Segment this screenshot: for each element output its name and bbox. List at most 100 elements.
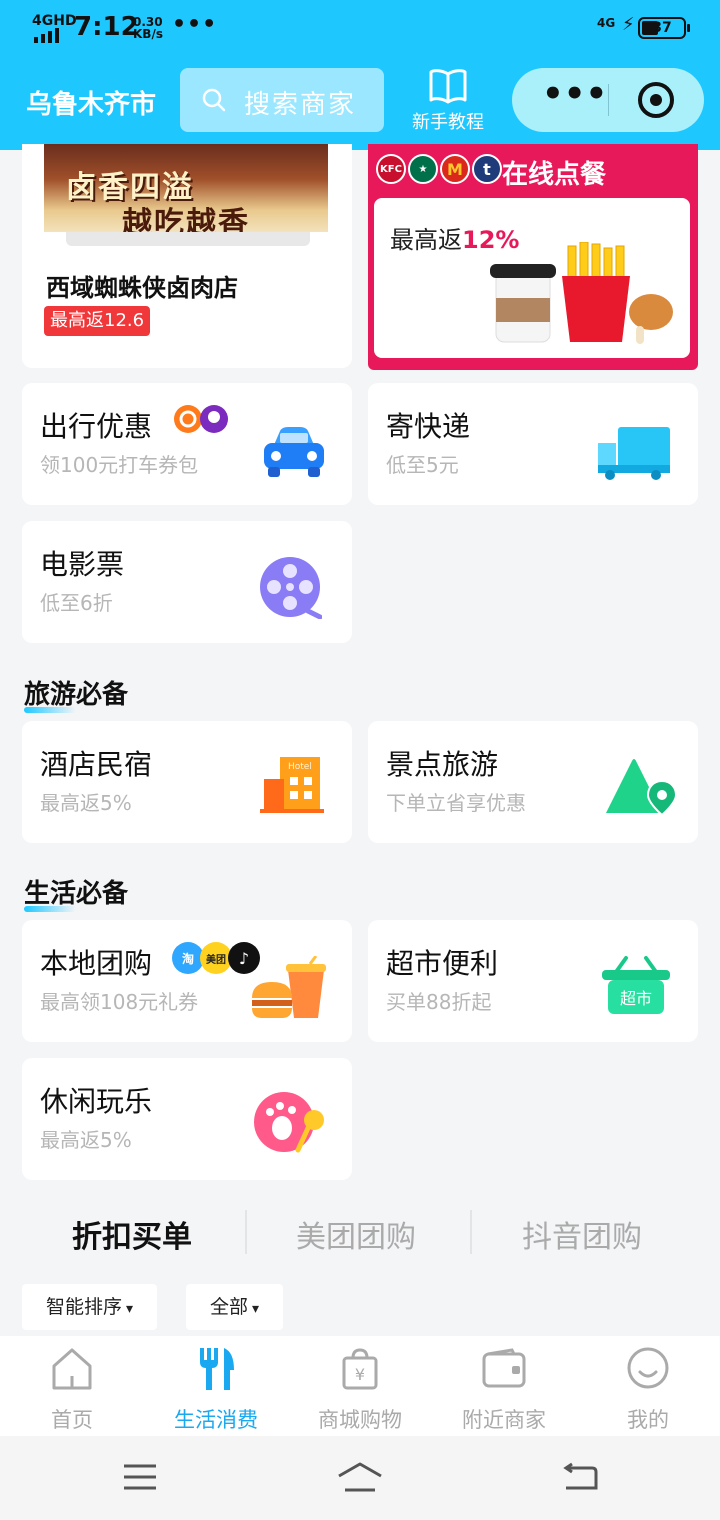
- listing-tabs: 折扣买单 美团团购 抖音团购: [0, 1200, 720, 1266]
- brand-logo: t: [472, 154, 502, 184]
- city-selector[interactable]: 乌鲁木齐市: [26, 84, 156, 121]
- life-card-supermarket[interactable]: 超市便利 买单88折起 超市: [368, 920, 698, 1042]
- mountain-pin-icon: [606, 759, 678, 815]
- guide-label: 新手教程: [412, 112, 484, 133]
- nav-label: 附近商家: [462, 1408, 546, 1432]
- signal-icon: [34, 28, 59, 43]
- online-order-card[interactable]: KFC ★ M t 在线点餐 最高返12%: [368, 144, 698, 370]
- battery-icon: 37: [638, 17, 690, 39]
- book-icon: [429, 69, 467, 104]
- tab-meituan-group[interactable]: 美团团购: [296, 1212, 416, 1256]
- kfc-logo: KFC: [376, 154, 406, 184]
- service-subtitle: 领100元打车券包: [40, 453, 199, 477]
- travel-title: 酒店民宿: [40, 748, 153, 781]
- nav-nearby[interactable]: 附近商家: [432, 1336, 576, 1436]
- network-type: 4GHD: [32, 13, 77, 29]
- service-card-movie[interactable]: 电影票 低至6折: [22, 521, 352, 643]
- menu-icon[interactable]: [122, 1462, 158, 1492]
- tab-discount-pay[interactable]: 折扣买单: [72, 1212, 192, 1256]
- travel-subtitle: 下单立省享优惠: [386, 791, 526, 815]
- mcdonalds-logo: M: [440, 154, 470, 184]
- service-card-express[interactable]: 寄快递 低至5元: [368, 383, 698, 505]
- service-subtitle: 低至5元: [386, 453, 459, 477]
- travel-card-hotel[interactable]: 酒店民宿 最高返5% Hotel: [22, 721, 352, 843]
- nav-mall[interactable]: ¥ 商城购物: [288, 1336, 432, 1436]
- home-nav-icon[interactable]: [335, 1462, 385, 1494]
- starbucks-logo: ★: [408, 154, 438, 184]
- life-card-leisure[interactable]: 休闲玩乐 最高返5%: [22, 1058, 352, 1180]
- truck-icon: [598, 427, 670, 480]
- search-icon: [202, 88, 226, 112]
- shop-banner-line2: 越吃越香: [122, 206, 250, 232]
- burger-drink-icon: [252, 956, 326, 1018]
- status-overflow-icon: •••: [172, 12, 218, 37]
- online-order-panel: 最高返12%: [374, 198, 690, 358]
- network-type-right: 4G: [597, 16, 616, 30]
- nav-home[interactable]: 首页: [0, 1336, 144, 1436]
- rebate-badge: 最高返12.6: [44, 306, 151, 336]
- shopping-bag-icon: ¥: [342, 1348, 378, 1390]
- system-nav-bar: [0, 1436, 720, 1520]
- service-subtitle: 低至6折: [40, 591, 113, 615]
- nav-label: 我的: [627, 1408, 669, 1432]
- nav-mine[interactable]: 我的: [576, 1336, 720, 1436]
- life-card-group-buy[interactable]: 本地团购 淘 美团 ♪ 最高领108元礼券: [22, 920, 352, 1042]
- network-speed: 0.30 KB/s: [133, 16, 163, 40]
- battery-level: 37: [652, 20, 672, 36]
- film-reel-icon: [260, 557, 322, 619]
- search-placeholder: 搜索商家: [244, 90, 357, 120]
- status-bar: 4GHD 7:12 0.30 KB/s ••• 4G ⚡ 37: [0, 0, 720, 58]
- travel-card-scenic[interactable]: 景点旅游 下单立省享优惠: [368, 721, 698, 843]
- hotel-icon: Hotel: [260, 757, 324, 813]
- service-title: 寄快递: [386, 410, 471, 443]
- smile-icon: [627, 1347, 669, 1389]
- shop-name: 西域蜘蛛侠卤肉店: [46, 274, 238, 302]
- wallet-icon: [482, 1348, 526, 1388]
- section-title-travel: 旅游必备: [24, 674, 128, 713]
- clock: 7:12: [74, 12, 139, 42]
- svg-text:¥: ¥: [355, 1365, 365, 1384]
- sort-dropdown[interactable]: 智能排序: [22, 1284, 158, 1330]
- basket-icon-text: 超市: [620, 989, 652, 1008]
- nav-life[interactable]: 生活消费: [144, 1336, 288, 1436]
- fork-knife-icon: [200, 1348, 234, 1390]
- travel-subtitle: 最高返5%: [40, 791, 132, 815]
- hotel-icon-text: Hotel: [288, 762, 312, 772]
- top-bar: 4GHD 7:12 0.30 KB/s ••• 4G ⚡ 37 乌鲁木齐市 搜索…: [0, 0, 720, 150]
- brand-logos: KFC ★ M t: [376, 154, 502, 184]
- featured-shop-card[interactable]: 卤香四溢 越吃越香 西域蜘蛛侠卤肉店 最高返12.6: [22, 144, 352, 368]
- nav-label: 生活消费: [174, 1408, 258, 1432]
- life-subtitle: 买单88折起: [386, 990, 492, 1014]
- service-title: 电影票: [40, 548, 125, 581]
- life-subtitle: 最高领108元礼券: [40, 990, 199, 1014]
- category-dropdown[interactable]: 全部: [186, 1284, 284, 1330]
- car-icon: [264, 427, 324, 477]
- shop-banner: 卤香四溢 越吃越香: [44, 144, 328, 232]
- group-buy-badges: 淘 美团 ♪: [172, 942, 260, 974]
- travel-title: 景点旅游: [386, 748, 499, 781]
- bottom-nav: 首页 生活消费 ¥ 商城购物 附近商家 我的: [0, 1336, 720, 1436]
- service-title: 出行优惠: [40, 410, 153, 443]
- back-icon[interactable]: [562, 1462, 598, 1492]
- life-title: 超市便利: [386, 947, 499, 980]
- search-box[interactable]: 搜索商家: [180, 68, 384, 132]
- nav-label: 首页: [51, 1408, 93, 1432]
- home-icon: [52, 1348, 92, 1390]
- online-order-title: 在线点餐: [502, 160, 607, 190]
- miniapp-capsule: •••: [512, 68, 704, 132]
- life-subtitle: 最高返5%: [40, 1128, 132, 1152]
- close-miniapp-icon[interactable]: [638, 82, 674, 118]
- fast-food-icon: [490, 242, 673, 344]
- section-title-life: 生活必备: [24, 873, 128, 912]
- charging-icon: ⚡: [622, 14, 635, 35]
- network-speed-unit: KB/s: [133, 27, 163, 41]
- tab-douyin-group[interactable]: 抖音团购: [522, 1212, 642, 1256]
- basket-icon: 超市: [602, 956, 670, 1014]
- ride-brand-icons: [174, 405, 228, 433]
- rebate-prefix: 最高返: [390, 226, 462, 254]
- more-icon[interactable]: •••: [542, 77, 607, 116]
- guide-button[interactable]: 新手教程: [406, 64, 490, 134]
- service-card-travel-discount[interactable]: 出行优惠 领100元打车券包: [22, 383, 352, 505]
- life-title: 休闲玩乐: [40, 1085, 153, 1118]
- paw-mic-icon: [254, 1092, 324, 1153]
